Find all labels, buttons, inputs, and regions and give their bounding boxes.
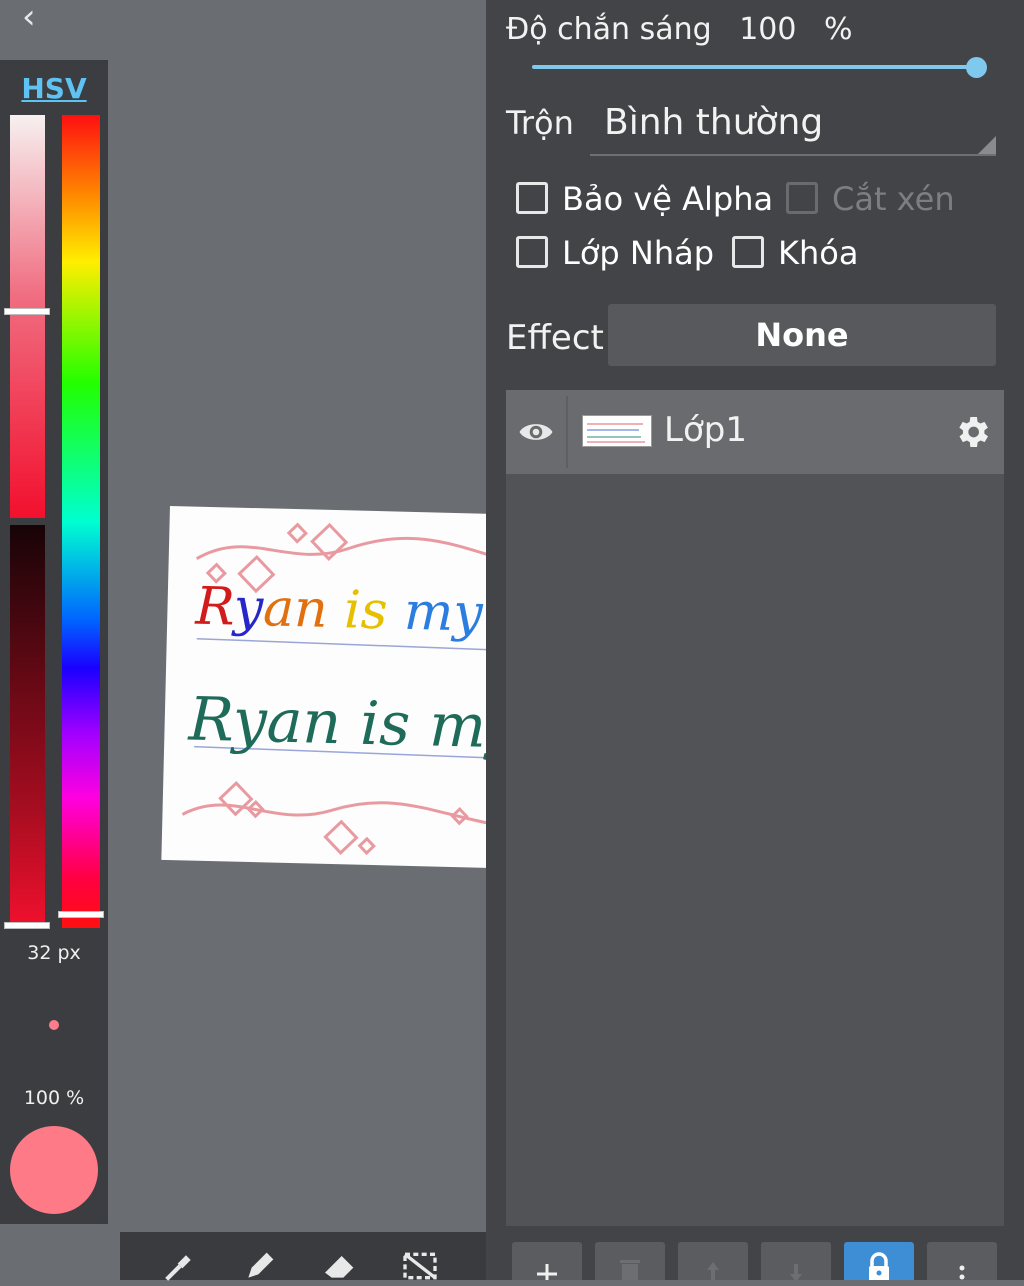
handwriting-line-1: Ryan is my l: [195, 577, 500, 645]
handwriting-char: R: [194, 576, 235, 638]
clipping-checkbox[interactable]: Cắt xén: [786, 180, 955, 218]
checkbox-icon: [516, 236, 548, 268]
more-icon: [959, 1265, 965, 1280]
current-color-swatch[interactable]: [10, 1126, 98, 1214]
handwriting-char: is: [343, 580, 405, 642]
handwriting-char: y: [233, 577, 264, 639]
layer-opacity-value: 100: [739, 12, 797, 47]
lock-layer-checkbox[interactable]: Khóa: [732, 234, 858, 272]
dropdown-caret-icon: [978, 136, 996, 154]
color-mode-toggle[interactable]: HSV: [0, 72, 108, 105]
back-button[interactable]: ‹: [22, 0, 62, 40]
lock-icon: [869, 1252, 889, 1280]
more-options-button[interactable]: [927, 1242, 997, 1280]
move-up-icon: [707, 1262, 719, 1280]
saturation-slider[interactable]: [10, 115, 45, 518]
layer-thumbnail: [582, 415, 652, 447]
delete-layer-icon: [620, 1260, 640, 1280]
drawing-canvas[interactable]: Ryan is my l Ryan is my: [161, 506, 500, 868]
chevron-left-icon: ‹: [22, 0, 36, 37]
blend-mode-select[interactable]: Bình thường: [590, 96, 996, 156]
row-divider: [566, 396, 568, 468]
checkbox-icon: [516, 182, 548, 214]
layer-opacity-slider[interactable]: [532, 65, 976, 69]
saturation-handle[interactable]: [4, 308, 50, 315]
eraser-icon[interactable]: [320, 1246, 360, 1286]
checkbox-label: Khóa: [778, 234, 859, 272]
delete-layer-button[interactable]: [595, 1242, 665, 1280]
checkbox-icon: [732, 236, 764, 268]
layer-opacity-handle[interactable]: [966, 57, 987, 78]
hue-handle[interactable]: [58, 911, 104, 918]
layer-opacity-unit: %: [824, 12, 853, 47]
move-layer-up-button[interactable]: [678, 1242, 748, 1280]
checkbox-label: Cắt xén: [832, 180, 955, 218]
blend-mode-value: Bình thường: [604, 102, 824, 143]
color-panel: HSV 32 px 100 %: [0, 60, 108, 1224]
effect-label: Effect: [506, 318, 604, 358]
layer-name: Lớp1: [664, 410, 747, 450]
layer-actions-bar: [512, 1242, 998, 1280]
drawing-toolbar: [120, 1232, 486, 1281]
layer-panel: Độ chắn sáng 100 % Trộn Bình thường Bảo …: [486, 0, 1024, 1280]
blend-mode-label: Trộn: [506, 104, 574, 142]
move-down-icon: [790, 1264, 802, 1280]
thumbnail-scribble: [587, 423, 645, 443]
handwriting-line-2: Ryan is my: [187, 684, 500, 763]
checkbox-label: Lớp Nháp: [562, 234, 715, 272]
gear-icon[interactable]: [952, 412, 992, 452]
checkbox-icon: [786, 182, 818, 214]
add-layer-icon: [537, 1264, 557, 1280]
selection-icon[interactable]: [400, 1246, 440, 1286]
layer-opacity-label: Độ chắn sáng: [506, 12, 712, 47]
pen-icon[interactable]: [240, 1246, 280, 1286]
layer-row[interactable]: Lớp1: [506, 390, 1004, 474]
brush-opacity-label[interactable]: 100 %: [0, 1087, 108, 1109]
eyedropper-icon[interactable]: [160, 1246, 200, 1286]
value-handle[interactable]: [4, 922, 50, 929]
move-layer-down-button[interactable]: [761, 1242, 831, 1280]
brush-size-preview: [49, 1020, 59, 1030]
hue-slider[interactable]: [62, 115, 100, 928]
checkbox-label: Bảo vệ Alpha: [562, 180, 774, 218]
handwriting-char: an: [262, 578, 345, 641]
effect-button[interactable]: None: [608, 304, 996, 366]
lock-layer-button[interactable]: [844, 1242, 914, 1280]
brush-size-label[interactable]: 32 px: [0, 942, 108, 964]
alpha-protect-checkbox[interactable]: Bảo vệ Alpha: [516, 180, 773, 218]
layer-opacity-row: Độ chắn sáng 100 %: [506, 12, 871, 47]
eye-icon[interactable]: [518, 414, 554, 450]
add-layer-button[interactable]: [512, 1242, 582, 1280]
draft-layer-checkbox[interactable]: Lớp Nháp: [516, 234, 714, 272]
layer-list: Lớp1: [506, 390, 1004, 1226]
value-slider[interactable]: [10, 525, 45, 928]
